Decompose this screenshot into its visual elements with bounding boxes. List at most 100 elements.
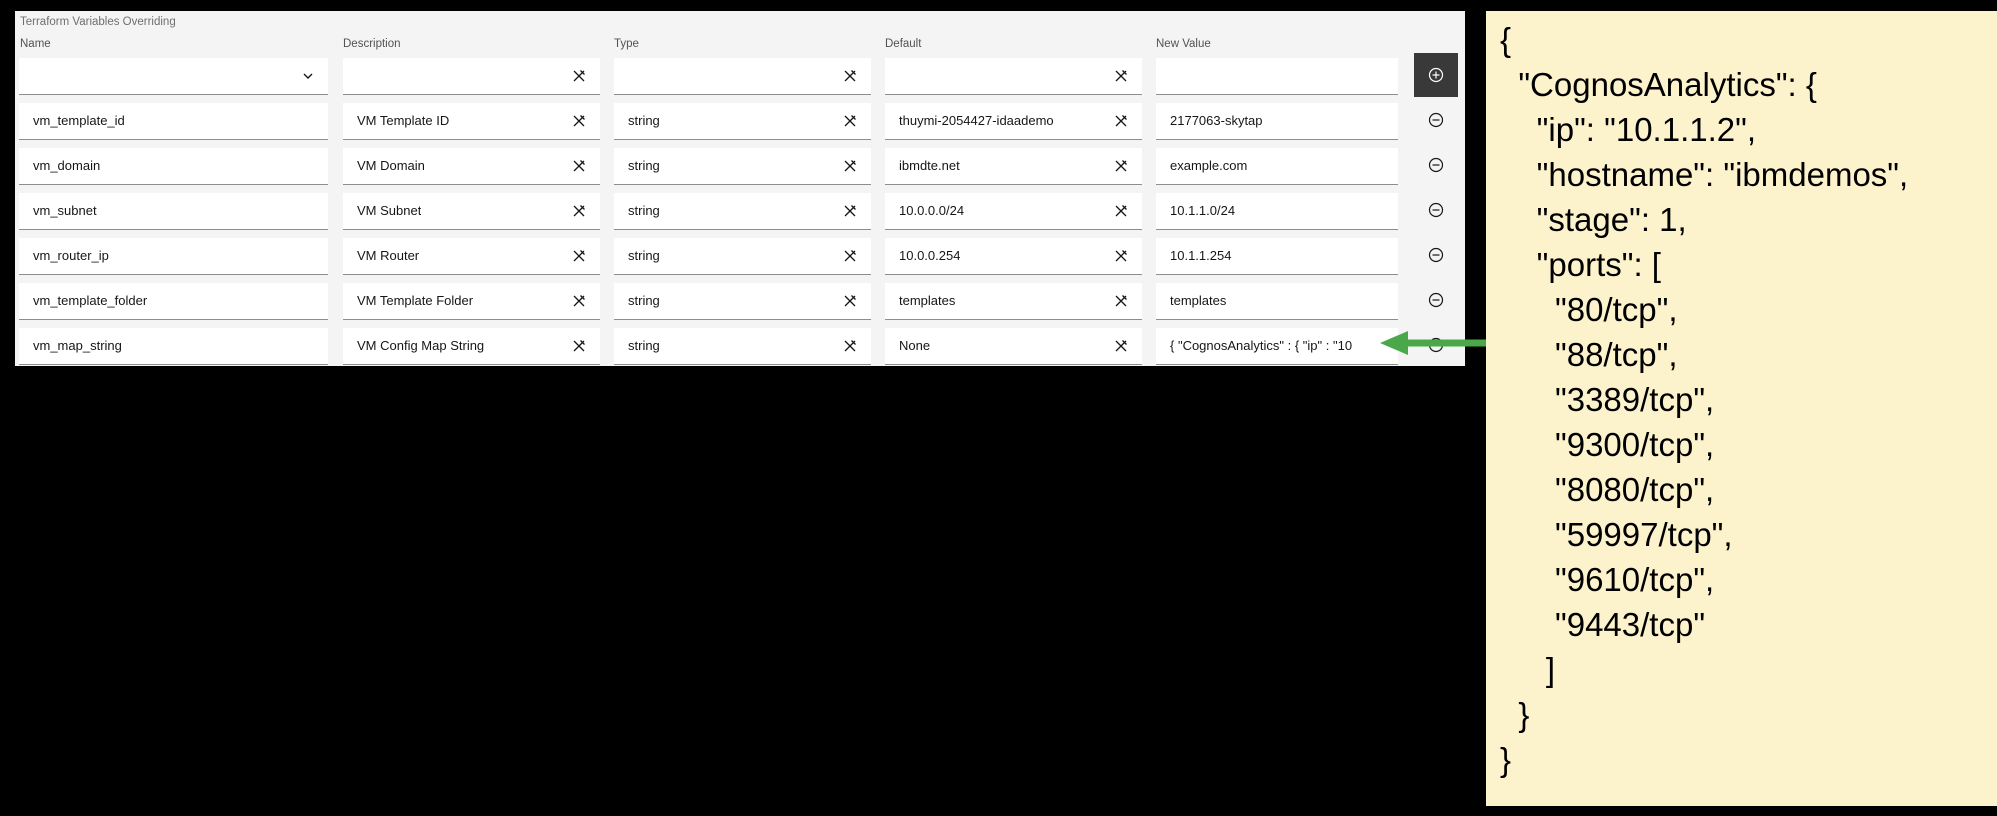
- variable-name-field[interactable]: vm_template_id: [19, 103, 328, 140]
- clear-icon[interactable]: [843, 69, 857, 83]
- clear-icon[interactable]: [572, 339, 586, 353]
- variable-new-value: example.com: [1170, 158, 1248, 173]
- clear-icon[interactable]: [1114, 69, 1128, 83]
- json-line: }: [1500, 696, 1530, 733]
- json-line: {: [1500, 21, 1512, 58]
- column-label-new-value: New Value: [1156, 38, 1211, 50]
- subtract-circle-icon: [1428, 112, 1444, 128]
- clear-icon[interactable]: [843, 294, 857, 308]
- column-label-description: Description: [343, 38, 401, 50]
- variable-new-value-field[interactable]: templates: [1156, 283, 1398, 320]
- variable-new-value: { "CognosAnalytics" : { "ip" : "10: [1170, 338, 1353, 353]
- variable-default-field[interactable]: thuymi-2054427-idaademo: [885, 103, 1142, 140]
- column-label-type: Type: [614, 38, 639, 50]
- column-label-default: Default: [885, 38, 922, 50]
- variable-type-field[interactable]: string: [614, 328, 871, 365]
- column-label-name: Name: [20, 38, 51, 50]
- json-line: "80/tcp",: [1500, 291, 1678, 328]
- add-row-button[interactable]: [1414, 53, 1458, 97]
- variable-description-field[interactable]: VM Config Map String: [343, 328, 600, 365]
- variable-new-value: 10.1.1.254: [1170, 248, 1232, 263]
- clear-icon[interactable]: [1114, 159, 1128, 173]
- subtract-circle-icon: [1428, 247, 1444, 263]
- variable-name: vm_domain: [33, 158, 101, 173]
- remove-row-button[interactable]: [1414, 188, 1458, 232]
- json-line: "8080/tcp",: [1500, 471, 1715, 508]
- json-line: "stage": 1,: [1500, 201, 1687, 238]
- clear-icon[interactable]: [843, 204, 857, 218]
- clear-icon[interactable]: [843, 159, 857, 173]
- variable-default: 10.0.0.0/24: [899, 203, 965, 218]
- clear-icon[interactable]: [843, 249, 857, 263]
- variable-type: string: [628, 338, 660, 353]
- variable-description-field[interactable]: VM Domain: [343, 148, 600, 185]
- variable-description-field[interactable]: VM Subnet: [343, 193, 600, 230]
- variable-name-field[interactable]: vm_router_ip: [19, 238, 328, 275]
- clear-icon[interactable]: [1114, 339, 1128, 353]
- remove-row-button[interactable]: [1414, 278, 1458, 322]
- variable-description: VM Router: [357, 248, 420, 263]
- variable-description: VM Domain: [357, 158, 425, 173]
- variable-name: vm_router_ip: [33, 248, 109, 263]
- variable-name: vm_map_string: [33, 338, 122, 353]
- variable-new-value-field[interactable]: example.com: [1156, 148, 1398, 185]
- variable-type-field[interactable]: string: [614, 193, 871, 230]
- variable-type-field[interactable]: string: [614, 238, 871, 275]
- chevron-down-icon: [303, 73, 313, 79]
- remove-row-button[interactable]: [1414, 233, 1458, 277]
- json-line: "9443/tcp": [1500, 606, 1706, 643]
- variable-default-field[interactable]: None: [885, 328, 1142, 365]
- remove-row-button[interactable]: [1414, 98, 1458, 142]
- panel-title: Terraform Variables Overriding: [20, 16, 176, 28]
- json-line: "3389/tcp",: [1500, 381, 1715, 418]
- subtract-circle-icon: [1428, 202, 1444, 218]
- clear-icon[interactable]: [1114, 204, 1128, 218]
- variable-type-field[interactable]: string: [614, 103, 871, 140]
- add-circle-icon: [1428, 67, 1444, 83]
- variable-new-value-field[interactable]: { "CognosAnalytics" : { "ip" : "10: [1156, 328, 1398, 365]
- variable-new-value-field[interactable]: 2177063-skytap: [1156, 103, 1398, 140]
- clear-icon[interactable]: [572, 159, 586, 173]
- variable-default-field[interactable]: 10.0.0.0/24: [885, 193, 1142, 230]
- type-input[interactable]: [614, 58, 871, 95]
- variable-description: VM Template Folder: [357, 293, 474, 308]
- clear-icon[interactable]: [572, 69, 586, 83]
- clear-icon[interactable]: [572, 249, 586, 263]
- json-line: }: [1500, 741, 1512, 778]
- description-input[interactable]: [343, 58, 600, 95]
- variable-name-field[interactable]: vm_template_folder: [19, 283, 328, 320]
- clear-icon[interactable]: [572, 114, 586, 128]
- variable-name-field[interactable]: vm_map_string: [19, 328, 328, 365]
- clear-icon[interactable]: [1114, 249, 1128, 263]
- clear-icon[interactable]: [572, 204, 586, 218]
- variable-default: 10.0.0.254: [899, 248, 961, 263]
- name-dropdown[interactable]: [19, 58, 328, 95]
- variable-default-field[interactable]: ibmdte.net: [885, 148, 1142, 185]
- new-value-input[interactable]: [1156, 58, 1398, 95]
- variable-description-field[interactable]: VM Template ID: [343, 103, 600, 140]
- variable-type-field[interactable]: string: [614, 283, 871, 320]
- remove-row-button[interactable]: [1414, 143, 1458, 187]
- variable-name-field[interactable]: vm_domain: [19, 148, 328, 185]
- variable-new-value-field[interactable]: 10.1.1.254: [1156, 238, 1398, 275]
- variable-type: string: [628, 293, 660, 308]
- variable-default: templates: [899, 293, 956, 308]
- clear-icon[interactable]: [1114, 294, 1128, 308]
- clear-icon[interactable]: [572, 294, 586, 308]
- variable-description-field[interactable]: VM Router: [343, 238, 600, 275]
- variable-type: string: [628, 248, 660, 263]
- clear-icon[interactable]: [843, 114, 857, 128]
- terraform-variables-panel: Terraform Variables Overriding Name Desc…: [15, 11, 1465, 366]
- variable-type-field[interactable]: string: [614, 148, 871, 185]
- json-annotation-note: { "CognosAnalytics": { "ip": "10.1.1.2",…: [1486, 11, 1997, 806]
- variable-name-field[interactable]: vm_subnet: [19, 193, 328, 230]
- clear-icon[interactable]: [843, 339, 857, 353]
- variable-default-field[interactable]: templates: [885, 283, 1142, 320]
- json-line: ]: [1500, 651, 1556, 688]
- clear-icon[interactable]: [1114, 114, 1128, 128]
- variable-default-field[interactable]: 10.0.0.254: [885, 238, 1142, 275]
- variable-new-value-field[interactable]: 10.1.1.0/24: [1156, 193, 1398, 230]
- json-line: "9610/tcp",: [1500, 561, 1715, 598]
- default-input[interactable]: [885, 58, 1142, 95]
- variable-description-field[interactable]: VM Template Folder: [343, 283, 600, 320]
